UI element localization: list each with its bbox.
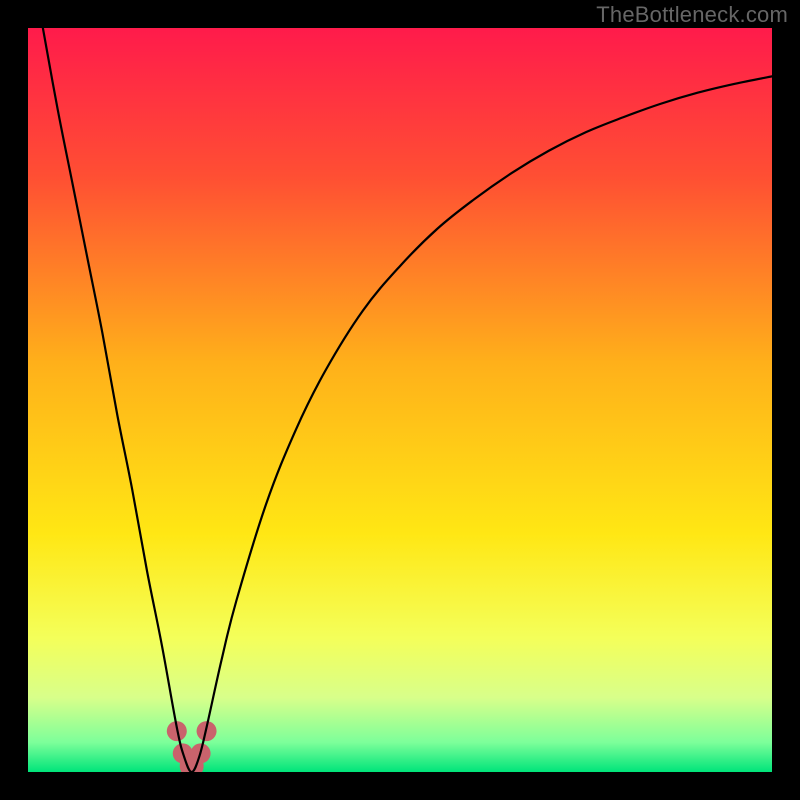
chart-background: [28, 28, 772, 772]
watermark-text: TheBottleneck.com: [596, 2, 788, 28]
bottleneck-chart: [28, 28, 772, 772]
chart-frame: [28, 28, 772, 772]
